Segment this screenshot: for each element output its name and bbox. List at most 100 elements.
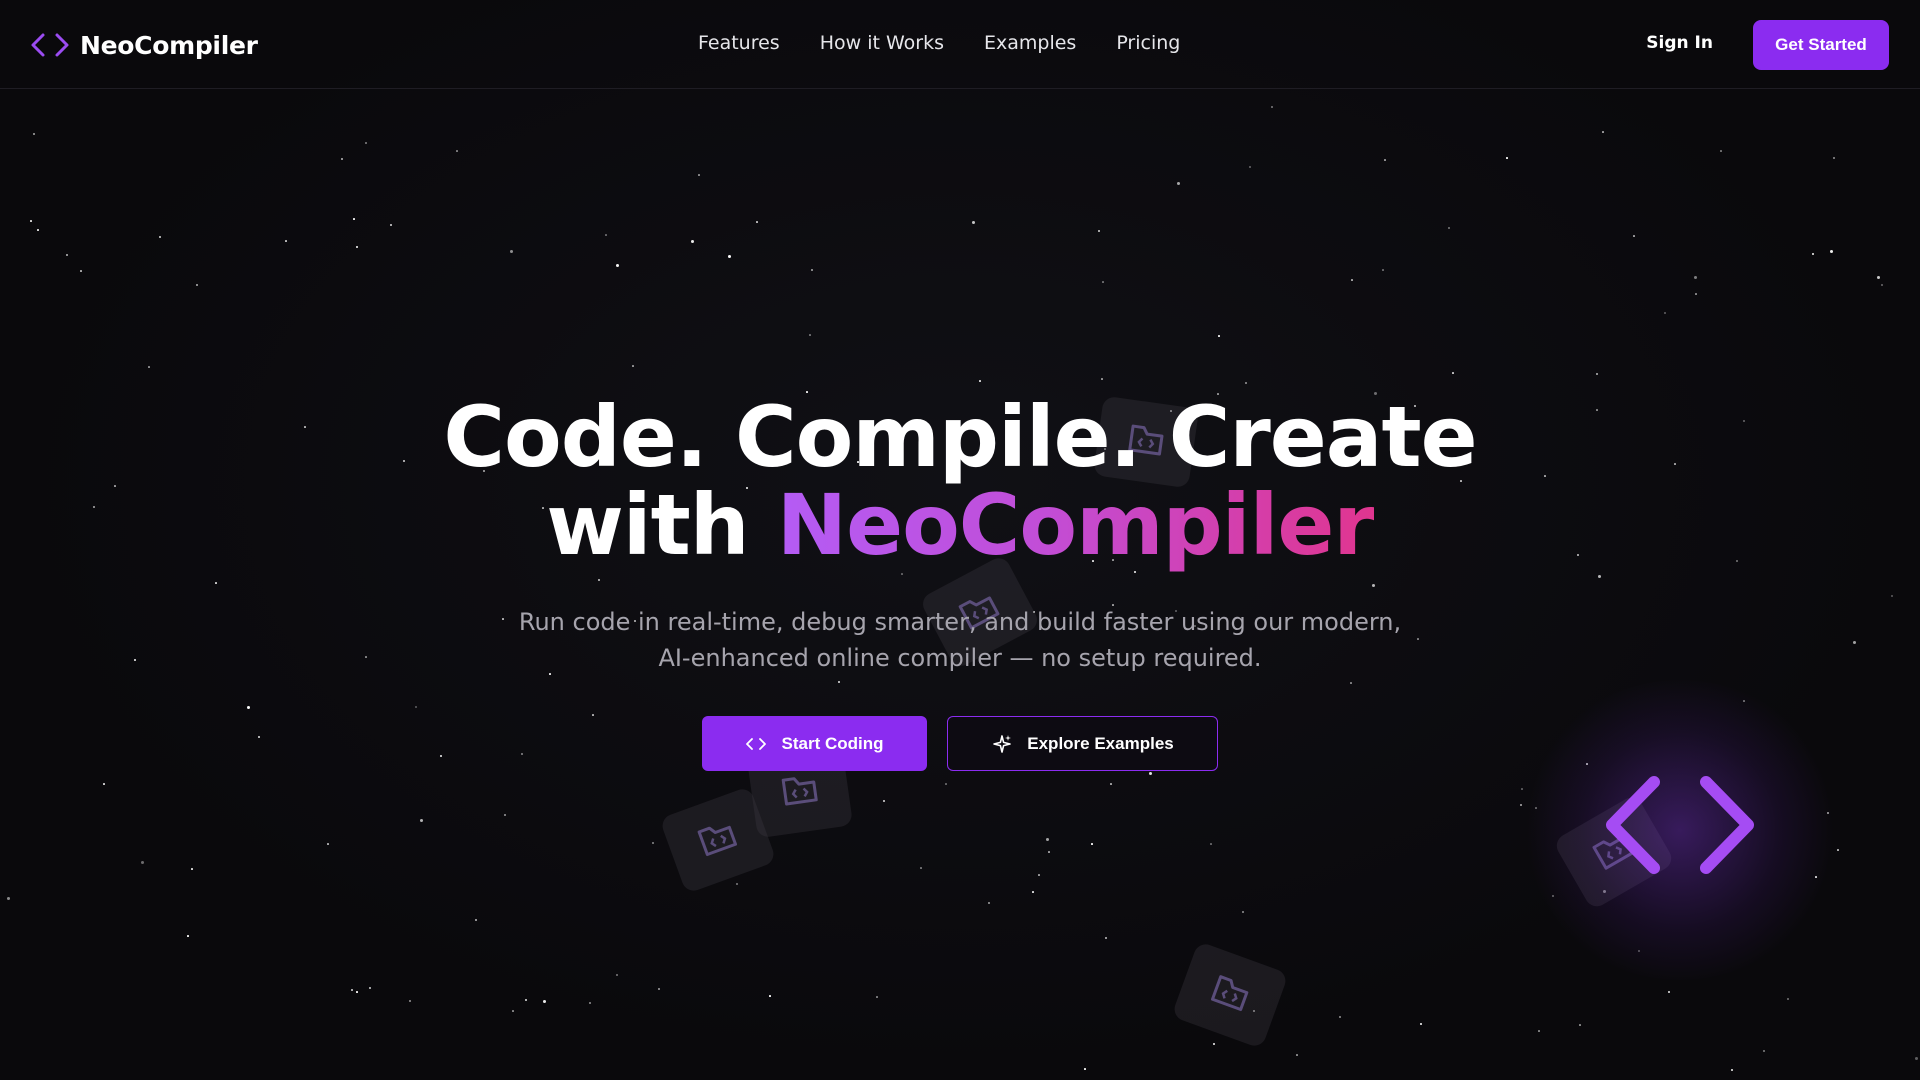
start-coding-button[interactable]: Start Coding — [702, 716, 927, 771]
star — [728, 255, 731, 258]
star — [1177, 182, 1180, 185]
code-folder-icon — [777, 769, 822, 814]
code-brackets-icon — [1600, 770, 1760, 884]
star — [1521, 788, 1523, 790]
brand-logo[interactable]: NeoCompiler — [30, 27, 258, 63]
star — [420, 819, 423, 822]
hero-title-prefix: with — [546, 476, 777, 574]
sign-in-link[interactable]: Sign In — [1646, 33, 1713, 53]
star — [1877, 276, 1880, 279]
code-brackets-icon — [745, 737, 766, 751]
sparkles-icon — [991, 733, 1013, 755]
star — [285, 240, 287, 242]
star — [353, 218, 355, 220]
star — [605, 234, 607, 236]
hero-title-highlight: NeoCompiler — [776, 476, 1375, 574]
star — [972, 221, 975, 224]
star — [415, 706, 417, 708]
hero-title: Code. Compile. Create with NeoCompiler — [0, 393, 1920, 569]
star — [191, 868, 193, 870]
star — [1420, 1023, 1422, 1025]
star — [327, 843, 329, 845]
star — [920, 867, 922, 869]
star — [616, 974, 618, 976]
star — [979, 380, 981, 382]
star — [1102, 281, 1104, 283]
star — [1598, 575, 1601, 578]
nav-links: Features How it Works Examples Pricing — [698, 32, 1180, 54]
star — [1664, 312, 1666, 314]
nav-link-how-it-works[interactable]: How it Works — [820, 32, 944, 54]
star — [1633, 235, 1635, 237]
star — [525, 999, 527, 1001]
brand-name: NeoCompiler — [80, 30, 258, 60]
star — [1101, 378, 1103, 380]
star — [1038, 874, 1040, 876]
star — [1452, 372, 1454, 374]
star — [66, 254, 68, 256]
star — [1720, 150, 1722, 152]
star — [592, 714, 594, 716]
star — [103, 783, 105, 785]
star — [1351, 279, 1353, 281]
explore-examples-button[interactable]: Explore Examples — [947, 716, 1218, 771]
star — [365, 142, 367, 144]
code-folder-icon — [1204, 969, 1255, 1020]
star — [1382, 269, 1384, 271]
star — [756, 221, 758, 223]
star — [510, 250, 513, 253]
star — [838, 681, 840, 683]
get-started-button[interactable]: Get Started — [1753, 20, 1889, 70]
nav-link-features[interactable]: Features — [698, 32, 780, 54]
star — [1787, 998, 1789, 1000]
nav-link-examples[interactable]: Examples — [984, 32, 1076, 54]
star — [769, 995, 771, 997]
star — [1242, 911, 1244, 913]
explore-examples-label: Explore Examples — [1027, 733, 1174, 753]
star — [1384, 159, 1386, 161]
star — [811, 269, 813, 271]
star — [409, 1000, 411, 1002]
nav-link-pricing[interactable]: Pricing — [1116, 32, 1180, 54]
star — [1579, 1024, 1581, 1026]
star — [1602, 131, 1604, 133]
star — [945, 783, 947, 785]
star — [1048, 851, 1050, 853]
star — [1538, 1030, 1540, 1032]
star — [543, 1000, 546, 1003]
star — [876, 996, 878, 998]
star — [736, 883, 738, 885]
star — [512, 1010, 514, 1012]
star — [1032, 891, 1034, 893]
star — [1506, 157, 1508, 159]
navbar: NeoCompiler Features How it Works Exampl… — [0, 0, 1920, 89]
star — [258, 736, 260, 738]
star — [456, 150, 458, 152]
star — [809, 334, 811, 336]
star — [1210, 843, 1212, 845]
star — [988, 902, 990, 904]
star — [1098, 230, 1100, 232]
star — [1296, 1054, 1298, 1056]
star — [390, 224, 392, 226]
star — [598, 579, 600, 581]
star — [1046, 838, 1049, 841]
star — [215, 582, 217, 584]
star — [1763, 1050, 1765, 1052]
star — [1249, 166, 1251, 168]
star — [356, 991, 358, 993]
star — [148, 366, 150, 368]
star — [33, 133, 35, 135]
star — [37, 229, 39, 231]
star — [30, 220, 32, 222]
hero-subtitle: Run code in real-time, debug smarter, an… — [460, 604, 1460, 676]
star — [1915, 1057, 1918, 1060]
star — [1339, 1016, 1341, 1018]
star — [1084, 1068, 1086, 1070]
star — [1891, 595, 1893, 597]
star — [1271, 106, 1273, 108]
star — [1105, 937, 1107, 939]
star — [356, 246, 358, 248]
star — [1596, 373, 1598, 375]
star — [341, 158, 343, 160]
